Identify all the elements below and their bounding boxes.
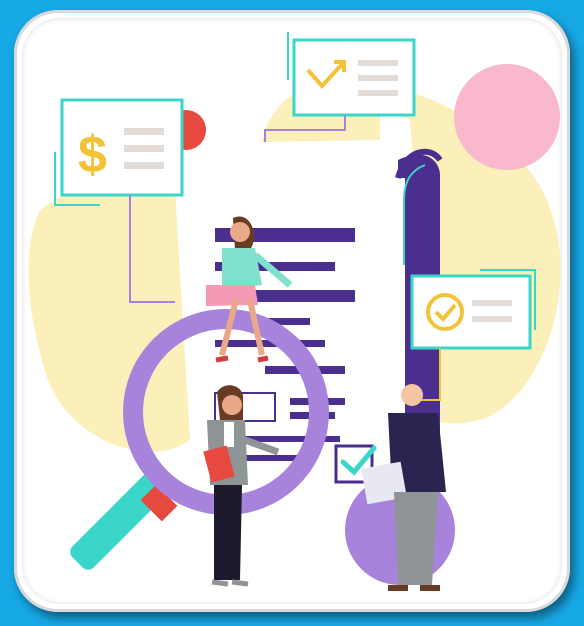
yellow-blob-left bbox=[28, 181, 190, 452]
background-frame: $ bbox=[0, 0, 584, 626]
audit-illustration: $ bbox=[28, 32, 561, 591]
dollar-icon: $ bbox=[78, 126, 107, 184]
pink-circle bbox=[454, 64, 560, 170]
doc-line bbox=[250, 290, 355, 302]
